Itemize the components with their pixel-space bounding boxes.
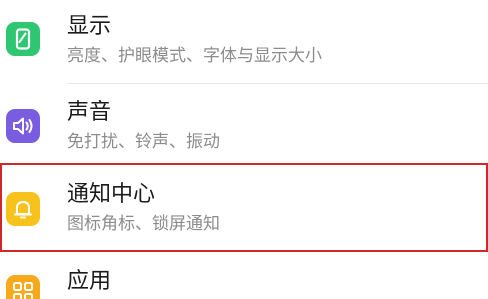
display-icon [6,22,40,56]
item-title: 声音 [67,100,112,125]
item-subtitle: 免打扰、铃声、振动 [67,132,220,152]
highlight-box [0,163,488,252]
settings-item-sound[interactable]: 声音 免打扰、铃声、振动 [0,84,488,162]
item-title: 显示 [67,14,112,39]
settings-item-display[interactable]: 显示 亮度、护眼模式、字体与显示大小 [0,0,488,82]
speaker-icon [6,109,40,143]
item-subtitle: 亮度、护眼模式、字体与显示大小 [67,46,322,66]
item-title: 应用 [67,269,112,294]
settings-item-apps[interactable]: 应用 [0,255,488,299]
apps-grid-icon [6,275,40,299]
